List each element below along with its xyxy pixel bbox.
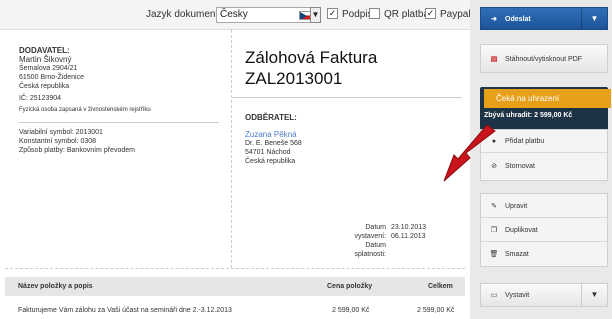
customer-heading: ODBĚRATEL: <box>245 113 297 122</box>
supplier-city: 61500 Brno-Židenice <box>19 74 84 81</box>
customer-country: Česká republika <box>245 158 296 165</box>
payment-method: Způsob platby: Bankovním převodem <box>19 147 135 154</box>
customer-name-link[interactable]: Zuzana Pěkná <box>245 130 302 139</box>
pdf-button[interactable]: ▤ Stáhnout/vytisknout PDF <box>480 44 608 73</box>
column-divider <box>231 30 232 268</box>
item-price: 2 599,00 Kč <box>332 307 370 314</box>
paypal-label: Paypal <box>440 9 471 20</box>
col-total-header: Celkem <box>428 283 453 290</box>
col-name-header: Název položky a popis <box>18 283 93 290</box>
due-date: 06.11.2013 <box>391 233 426 240</box>
supplier-name: Martin Šikovný <box>19 55 72 64</box>
issue-button[interactable]: ▭ Vystavit ▼ <box>480 283 608 307</box>
supplier-ic: IČ: 25123904 <box>19 95 62 102</box>
divider <box>232 97 462 98</box>
supplier-heading: DODAVATEL: <box>19 46 70 55</box>
invoice-document: Jazyk dokumentu Česky ▼ ✓ Podpis QR plat… <box>0 0 471 319</box>
paypal-checkbox[interactable]: ✓ <box>425 8 436 19</box>
qr-checkbox[interactable] <box>369 8 380 19</box>
constant-symbol: Konstantní symbol: 0308 <box>19 138 97 145</box>
document-toolbar: Jazyk dokumentu Česky ▼ ✓ Podpis QR plat… <box>0 0 471 30</box>
date-values: 23.10.2013 06.11.2013 <box>391 223 426 241</box>
pdf-icon: ▤ <box>490 56 498 63</box>
red-pointer-arrow-icon <box>443 125 496 182</box>
document-icon: ▭ <box>490 292 498 299</box>
trash-icon: 🗑 <box>489 251 499 258</box>
language-label: Jazyk dokumentu <box>146 9 224 20</box>
customer-block: ODBĚRATEL: Zuzana Pěkná Dr. E. Beneše 56… <box>245 113 302 166</box>
supplier-street: Šemalova 2904/21 <box>19 65 78 72</box>
send-dropdown-button[interactable]: ▼ <box>581 8 607 29</box>
divider <box>19 122 219 123</box>
language-dropdown-button[interactable]: ▼ <box>310 7 321 23</box>
send-button[interactable]: ➜ Odeslat ▼ <box>480 7 608 30</box>
customer-city: 54701 Náchod <box>245 149 291 156</box>
items-table-header: Název položky a popis Cena položky Celke… <box>5 277 465 296</box>
item-total: 2 599,00 Kč <box>417 307 455 314</box>
date-labels: Datum vystavení: Datum splatnosti: <box>334 223 386 259</box>
col-price-header: Cena položky <box>327 283 373 290</box>
invoice-title: Zálohová Faktura <box>245 48 378 67</box>
issue-dropdown-button[interactable]: ▼ <box>581 284 607 306</box>
language-select[interactable]: Česky <box>216 7 318 23</box>
issued-label: Datum vystavení: <box>354 224 386 240</box>
divider <box>5 268 465 269</box>
copy-icon: ❐ <box>490 227 498 234</box>
issued-date: 23.10.2013 <box>391 224 427 231</box>
delete-button[interactable]: 🗑 Smazat <box>481 243 607 266</box>
due-label: Datum splatnosti: <box>354 242 386 258</box>
remaining-amount: Zbývá uhradit: 2 599,00 Kč <box>484 112 573 119</box>
language-value: Česky <box>220 9 248 20</box>
signature-label: Podpis <box>342 9 373 20</box>
status-badge: Čeká na uhrazení <box>484 89 611 108</box>
supplier-block: DODAVATEL: Martin Šikovný Šemalova 2904/… <box>19 46 151 115</box>
table-row: Fakturujeme Vám zálohu za Vaši účast na … <box>5 300 465 319</box>
payment-block: Variabilní symbol: 2013001 Konstantní sy… <box>19 128 135 155</box>
supplier-note: Fyzická osoba zapsaná v živnostenském re… <box>19 107 151 113</box>
document-actions: ✎ Upravit ❐ Duplikovat 🗑 Smazat <box>480 193 608 267</box>
variable-symbol: Variabilní symbol: 2013001 <box>19 129 103 136</box>
duplicate-button[interactable]: ❐ Duplikovat <box>481 219 607 242</box>
qr-label: QR platba <box>384 9 430 20</box>
invoice-number: ZAL2013001 <box>245 69 343 88</box>
customer-street: Dr. E. Beneše 568 <box>245 140 302 147</box>
edit-button[interactable]: ✎ Upravit <box>481 195 607 218</box>
supplier-country: Česká republika <box>19 83 70 90</box>
invoice-title-block: Zálohová Faktura ZAL2013001 <box>245 47 377 89</box>
signature-checkbox[interactable]: ✓ <box>327 8 338 19</box>
arrow-right-icon: ➜ <box>491 16 497 23</box>
pencil-icon: ✎ <box>491 203 497 210</box>
item-name: Fakturujeme Vám zálohu za Vaši účast na … <box>18 307 232 314</box>
